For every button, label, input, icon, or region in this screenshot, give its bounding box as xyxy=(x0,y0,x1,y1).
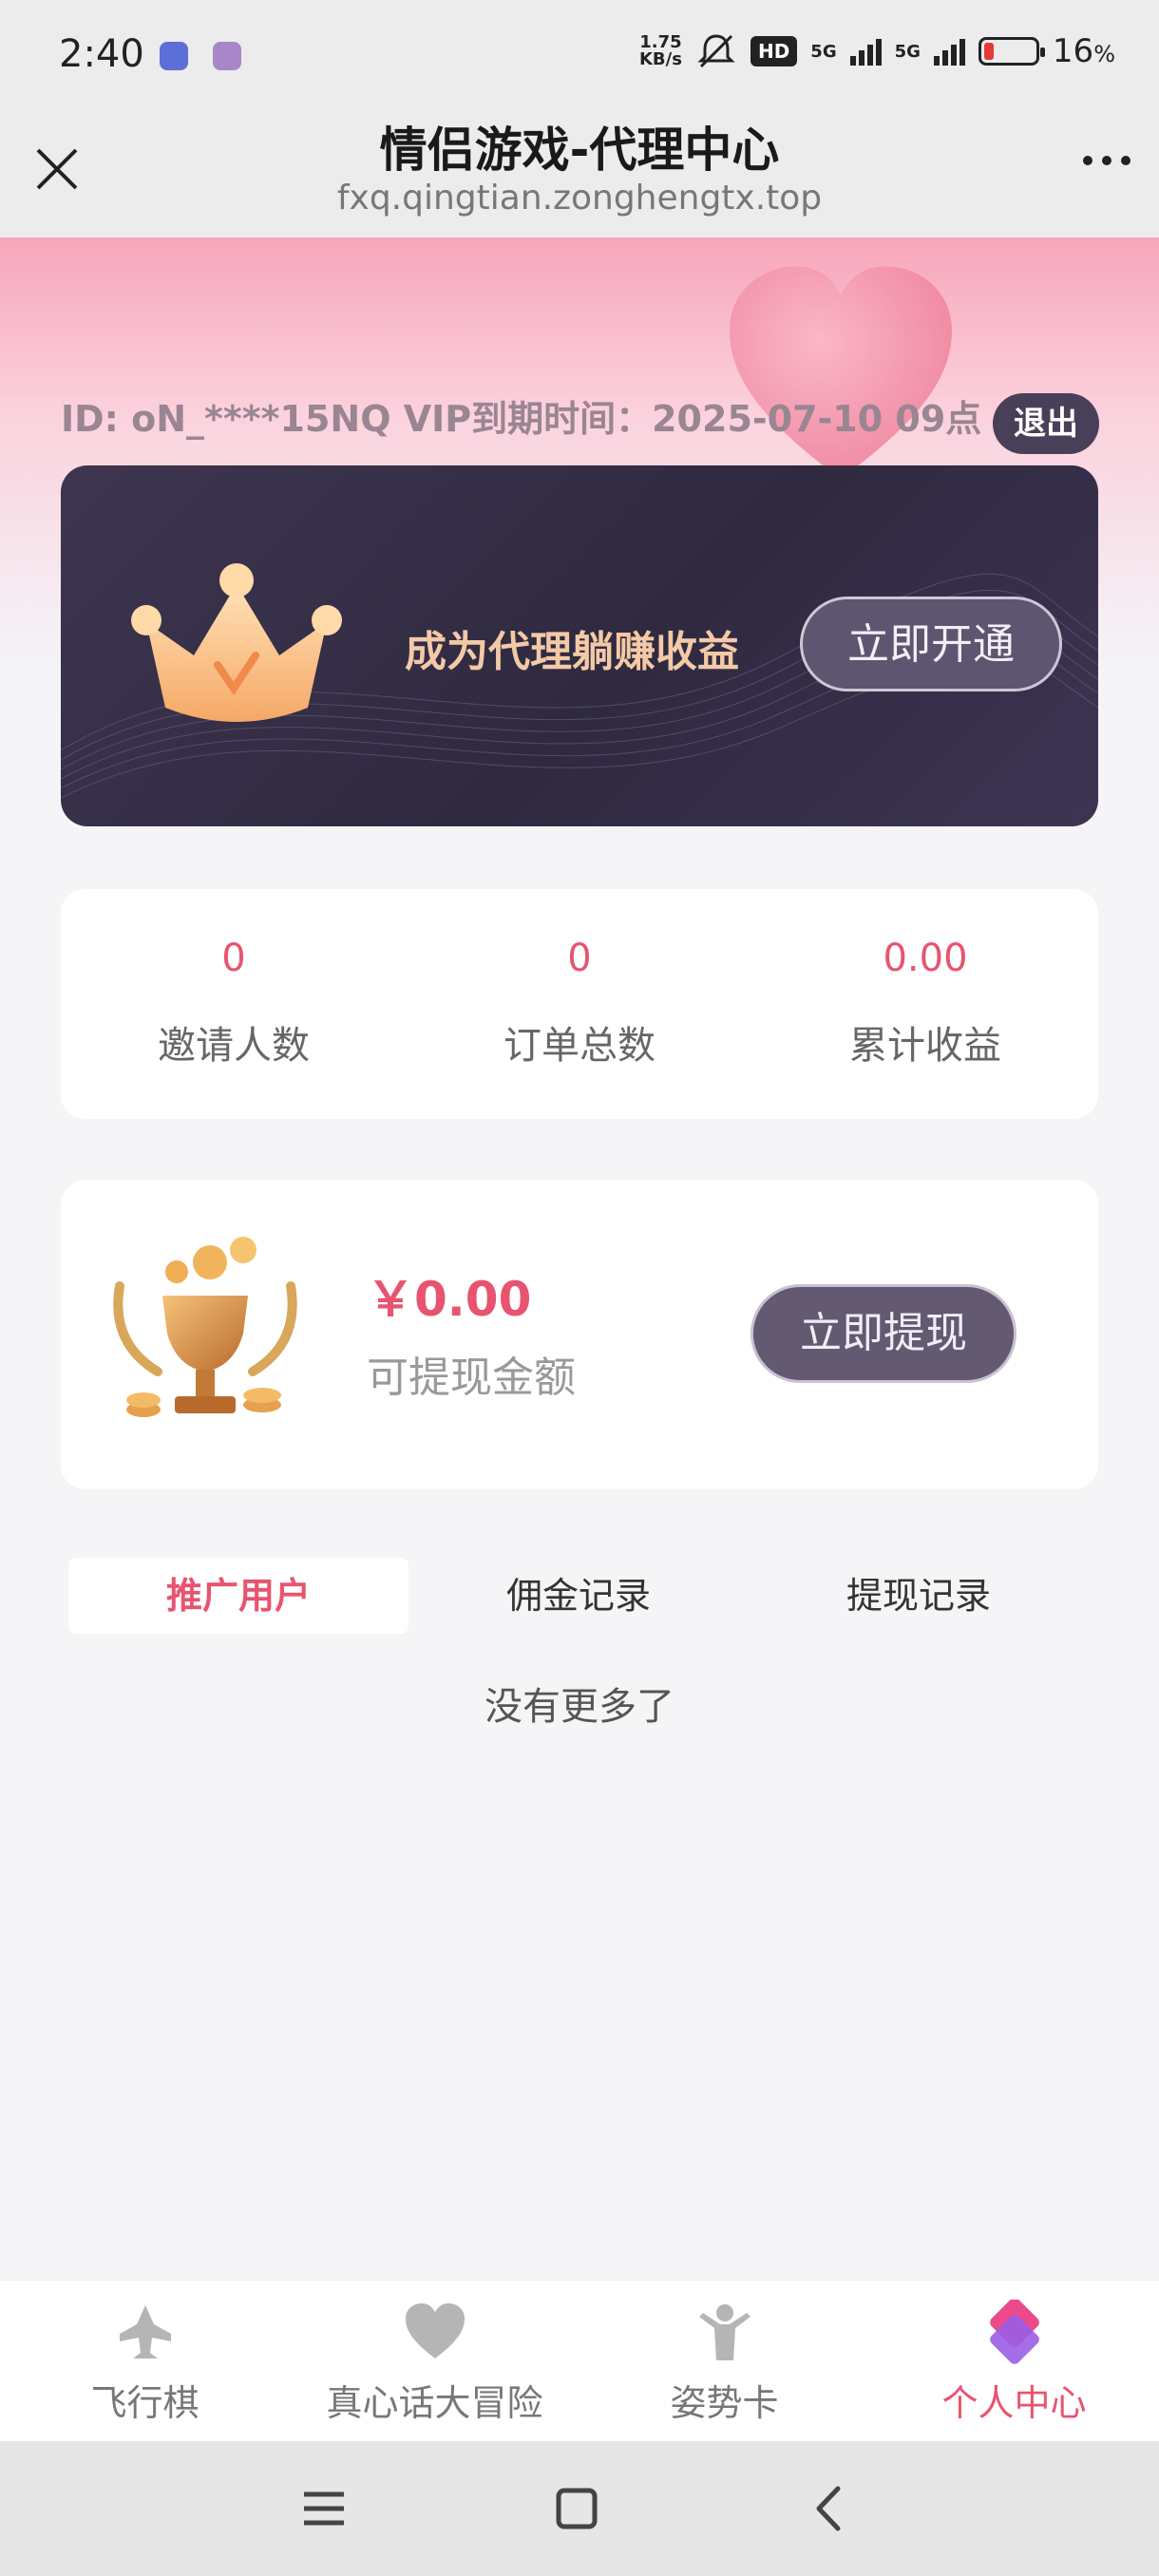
record-tabs: 推广用户 佣金记录 提现记录 xyxy=(61,1558,1098,1636)
sim1-label: 5G xyxy=(810,41,837,62)
back-icon[interactable] xyxy=(796,2475,863,2542)
stat-value: 0.00 xyxy=(883,937,968,980)
nav-label: 个人中心 xyxy=(941,2382,1087,2424)
status-bar: 2:40 1.75 KB/s HD 5G 5G 16% xyxy=(0,0,1159,106)
bottom-nav: 飞行棋 真心话大冒险 姿势卡 个人中心 xyxy=(0,2280,1159,2442)
status-time: 2:40 xyxy=(59,32,144,76)
nav-label: 真心话大冒险 xyxy=(326,2382,543,2424)
signal-2-icon xyxy=(933,37,965,66)
stat-label: 邀请人数 xyxy=(158,1024,310,1068)
sim2-label: 5G xyxy=(894,41,921,62)
signal-1-icon xyxy=(849,37,882,66)
menu-icon[interactable] xyxy=(291,2475,357,2542)
tab-withdraw-records[interactable]: 提现记录 xyxy=(749,1558,1089,1634)
nav-item-profile[interactable]: 个人中心 xyxy=(869,2300,1159,2426)
system-nav-bar xyxy=(0,2441,1159,2576)
plane-icon xyxy=(119,2305,171,2358)
withdrawable-amount-label: 可提现金额 xyxy=(367,1354,576,1402)
logout-button[interactable]: 退出 xyxy=(993,393,1099,454)
agent-promo-card: 成为代理躺赚收益 立即开通 xyxy=(61,465,1098,826)
stat-orders: 0 订单总数 xyxy=(437,937,722,1070)
stats-card: 0 邀请人数 0 订单总数 0.00 累计收益 xyxy=(61,889,1098,1119)
crown-icon xyxy=(131,563,342,722)
empty-list-text: 没有更多了 xyxy=(484,1685,674,1729)
stat-label: 订单总数 xyxy=(504,1024,656,1068)
stat-value: 0 xyxy=(567,937,592,980)
agent-slogan: 成为代理躺赚收益 xyxy=(405,628,739,676)
profile-icon xyxy=(989,2300,1039,2364)
battery-icon xyxy=(978,37,1045,66)
nav-item-pose-cards[interactable]: 姿势卡 xyxy=(580,2300,869,2426)
status-indicators: 1.75 KB/s HD 5G 5G 16% xyxy=(639,32,1115,70)
stat-label: 累计收益 xyxy=(849,1024,1001,1068)
hd-badge: HD xyxy=(750,36,798,66)
activate-agent-button[interactable]: 立即开通 xyxy=(800,597,1062,691)
stat-earnings: 0.00 累计收益 xyxy=(783,937,1068,1070)
nav-label: 姿势卡 xyxy=(670,2382,779,2424)
app-notification-icon xyxy=(160,42,188,70)
app-notification-icon-2 xyxy=(213,42,241,70)
stat-invites: 0 邀请人数 xyxy=(91,937,376,1070)
tab-promoted-users[interactable]: 推广用户 xyxy=(68,1558,408,1634)
page-title: 情侣游戏-代理中心 xyxy=(379,123,780,178)
person-icon xyxy=(698,2304,750,2360)
trophy-icon xyxy=(113,1237,297,1417)
withdrawable-amount: ￥0.00 xyxy=(367,1272,532,1327)
home-icon[interactable] xyxy=(543,2475,610,2542)
more-icon[interactable] xyxy=(1083,156,1130,165)
nav-item-truth-or-dare[interactable]: 真心话大冒险 xyxy=(290,2300,580,2426)
withdraw-card: ￥0.00 可提现金额 立即提现 xyxy=(61,1180,1098,1489)
withdraw-button[interactable]: 立即提现 xyxy=(750,1284,1016,1383)
net-speed: 1.75 KB/s xyxy=(639,34,682,68)
tab-commission-records[interactable]: 佣金记录 xyxy=(408,1558,749,1634)
nav-label: 飞行棋 xyxy=(90,2382,200,2424)
user-id-vip-expiry: ID: oN_****15NQ VIP到期时间：2025-07-10 09点 xyxy=(61,398,982,440)
battery-percent: 16% xyxy=(1052,32,1115,70)
stat-value: 0 xyxy=(221,937,246,980)
mute-bell-icon xyxy=(697,34,735,68)
title-bar: 情侣游戏-代理中心 fxq.qingtian.zonghengtx.top xyxy=(0,106,1159,238)
net-speed-unit: KB/s xyxy=(638,49,682,69)
page-url: fxq.qingtian.zonghengtx.top xyxy=(336,179,823,218)
nav-item-flying-chess[interactable]: 飞行棋 xyxy=(0,2300,290,2426)
heart-icon xyxy=(405,2303,465,2358)
